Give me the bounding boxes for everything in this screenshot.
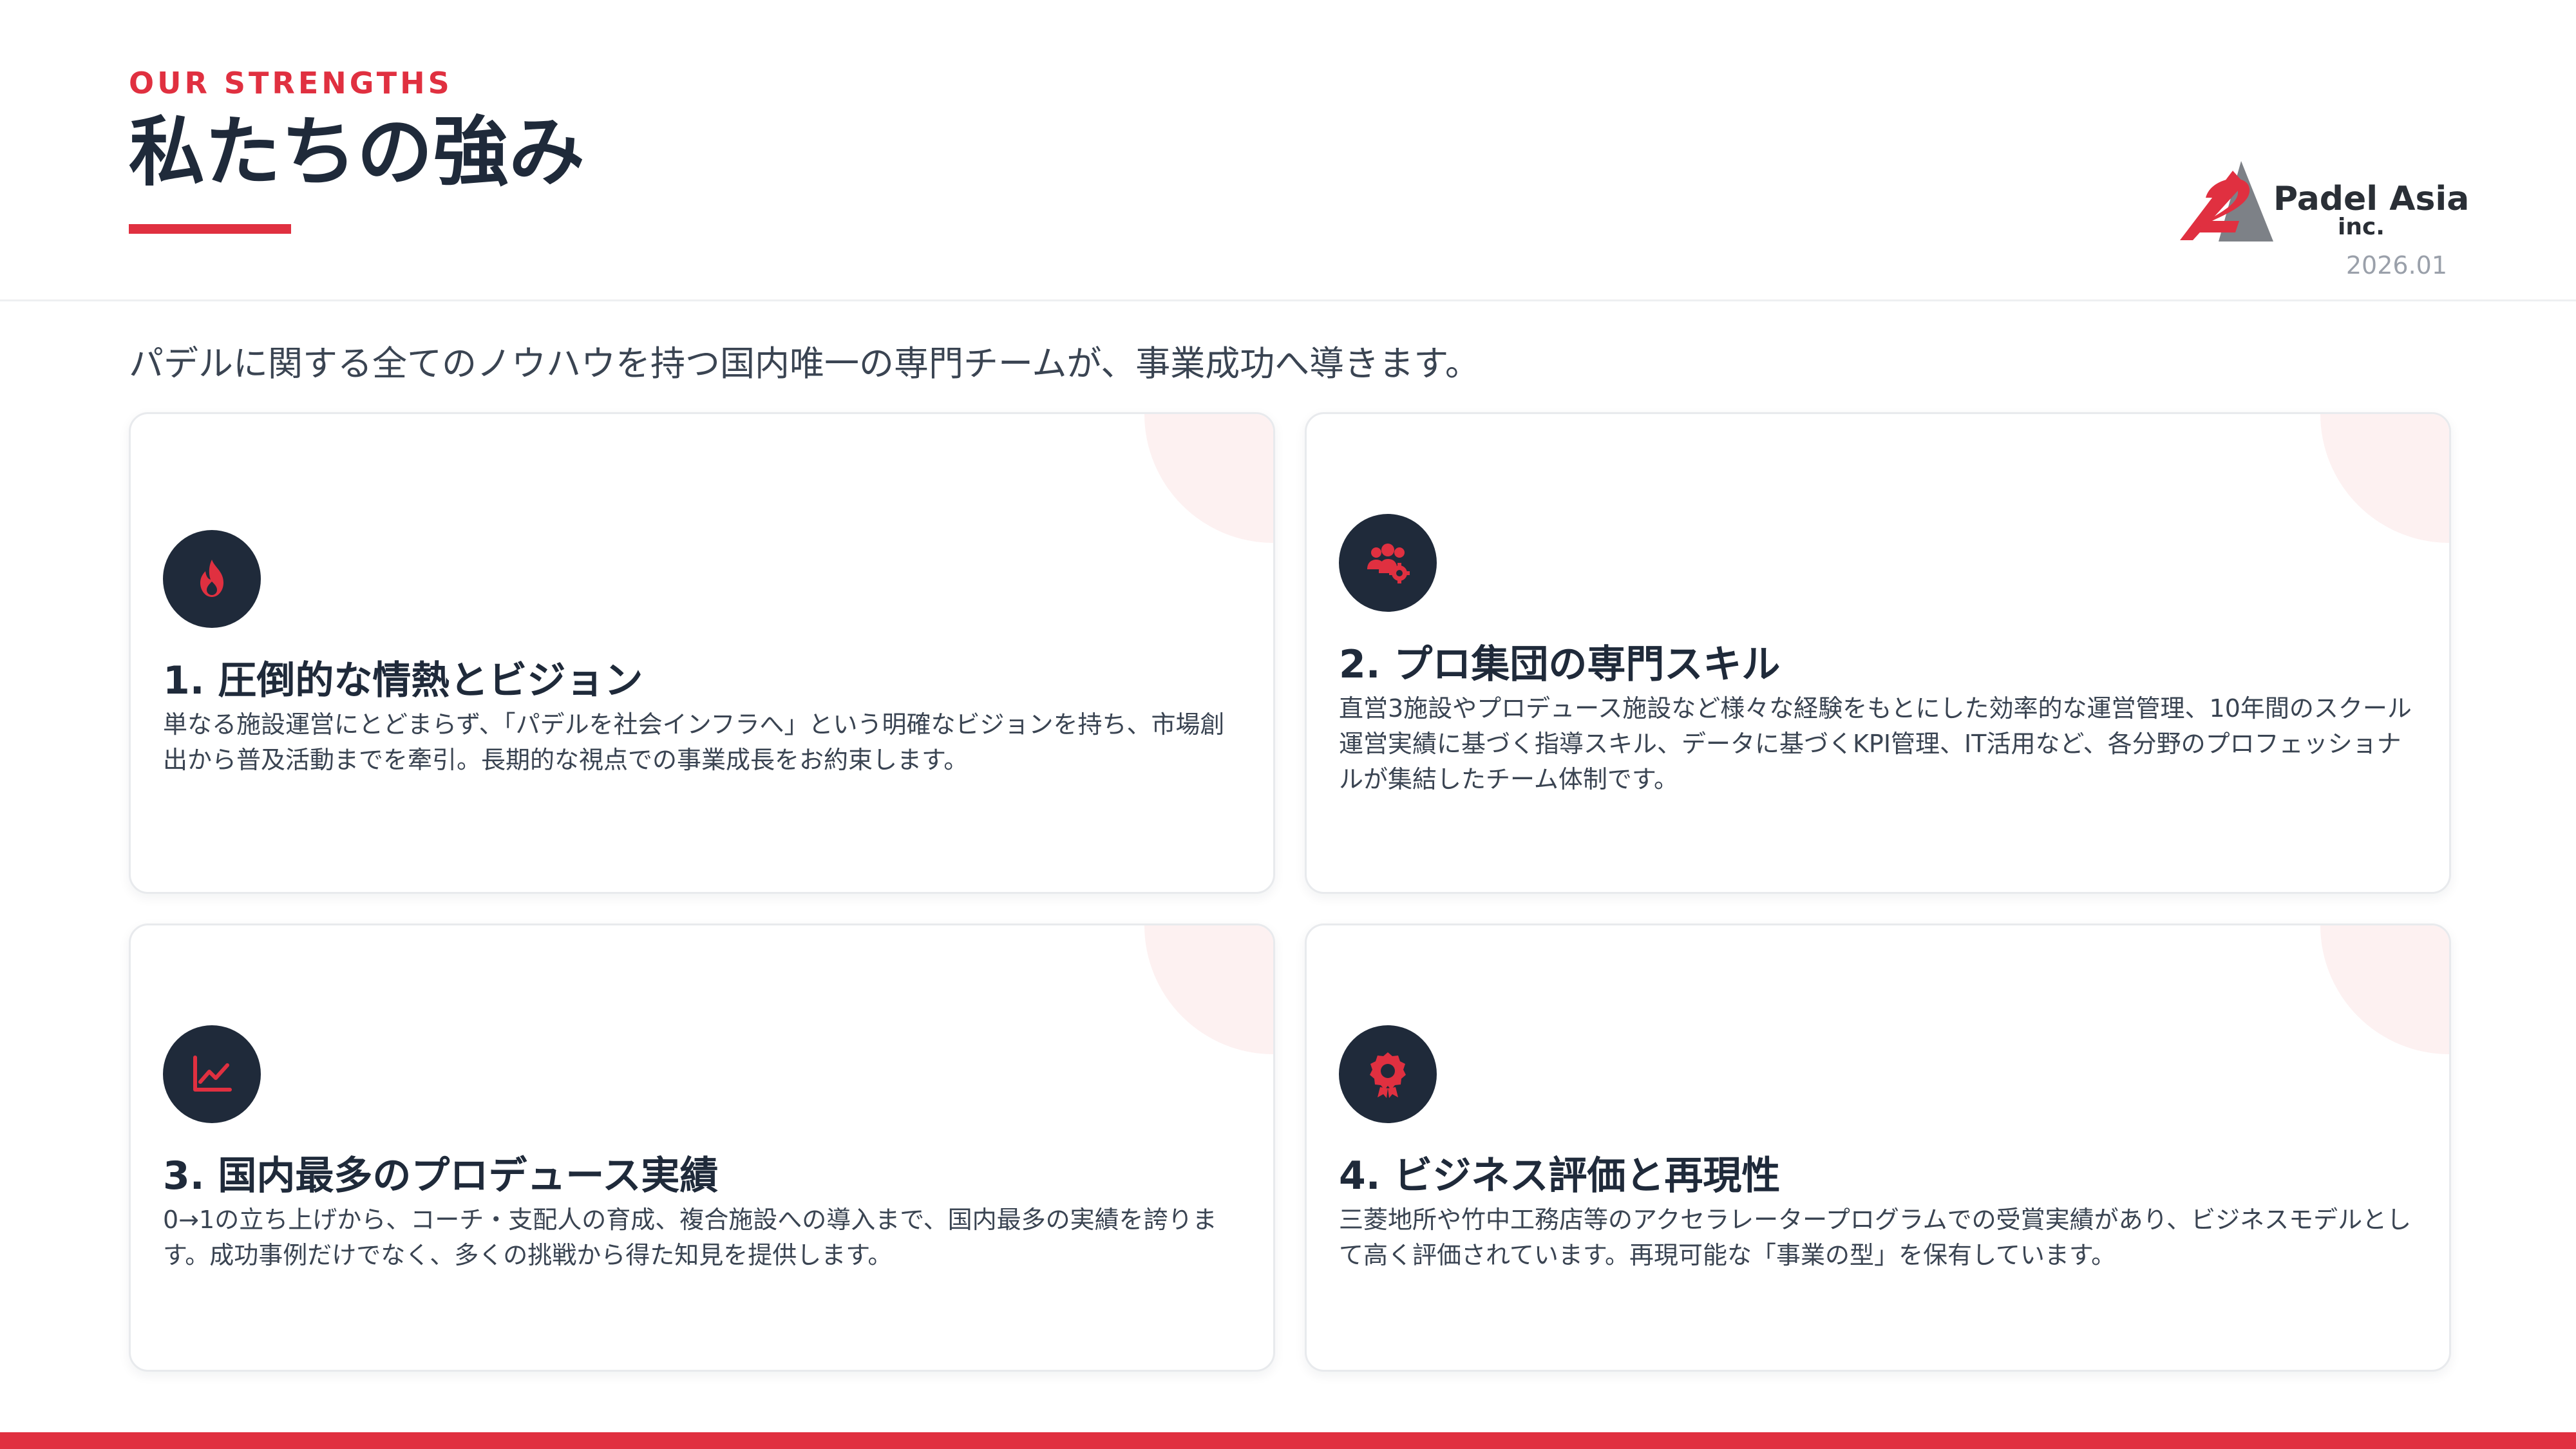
card-icon-badge [1339,1025,1437,1123]
page-title: 私たちの強み [129,108,585,196]
strength-card-3: 3. 国内最多のプロデュース実績 0→1の立ち上げから、コーチ・支配人の育成、複… [129,923,1275,1372]
team-gear-icon [1367,544,1410,583]
card-icon-badge [1339,514,1437,612]
company-logo: Padel Asia inc. [2180,158,2469,245]
card-title: 3. 国内最多のプロデュース実績 [163,1153,719,1198]
logo-sub: inc. [2338,214,2385,240]
card-decoration [1144,925,1273,1054]
eyebrow-label: OUR STRENGTHS [129,66,453,100]
lead-text: パデルに関する全てのノウハウを持つ国内唯一の専門チームが、事業成功へ導きます。 [129,343,1480,384]
flame-icon [200,560,223,597]
card-description: 直営3施設やプロデュース施設など様々な経験をもとにした効率的な運営管理、10年間… [1339,694,2412,794]
card-title: 4. ビジネス評価と再現性 [1339,1153,1781,1198]
title-underline [129,224,291,234]
padel-asia-logo-icon [2180,161,2273,242]
line-chart-icon [193,1056,232,1092]
strength-card-2: 2. プロ集団の専門スキル 直営3施設やプロデュース施設など様々な経験をもとにし… [1305,412,2451,894]
card-decoration [2320,925,2449,1054]
logo-name: Padel Asia [2273,180,2470,218]
card-description: 0→1の立ち上げから、コーチ・支配人の育成、複合施設への導入まで、国内最多の実績… [163,1206,1217,1270]
card-description: 単なる施設運営にとどまらず、「パデルを社会インフラへ」という明確なビジョンを持ち… [163,710,1225,775]
date-label: 2026.01 [2345,251,2447,279]
strength-card-1: 1. 圧倒的な情熱とビジョン 単なる施設運営にとどまらず、「パデルを社会インフラ… [129,412,1275,894]
header: OUR STRENGTHS 私たちの強み Padel Asia inc. 202… [0,0,2576,301]
award-icon [1370,1052,1406,1098]
card-description: 三菱地所や竹中工務店等のアクセラレータープログラムでの受賞実績があり、ビジネスモ… [1339,1206,2412,1270]
card-icon-badge [163,530,261,628]
footer-accent-bar [0,1432,2576,1449]
card-decoration [1144,414,1273,543]
card-title: 2. プロ集団の専門スキル [1339,642,1781,687]
card-icon-badge [163,1025,261,1123]
card-title: 1. 圧倒的な情熱とビジョン [163,658,643,703]
strength-card-4: 4. ビジネス評価と再現性 三菱地所や竹中工務店等のアクセラレータープログラムで… [1305,923,2451,1372]
card-decoration [2320,414,2449,543]
